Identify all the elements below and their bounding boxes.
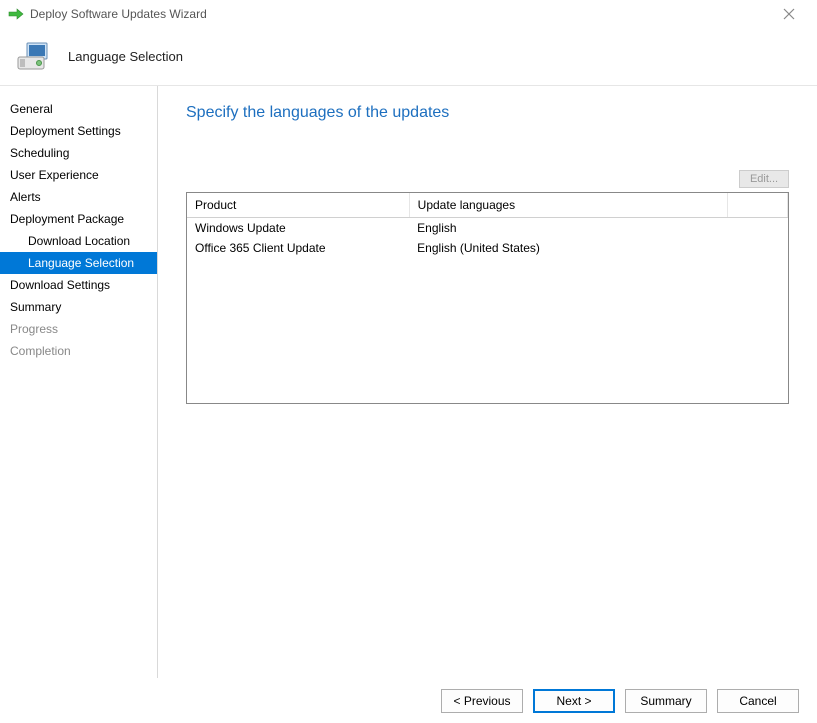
sidebar-item-user-experience[interactable]: User Experience (0, 164, 157, 186)
column-header-spacer (727, 193, 787, 218)
previous-button[interactable]: < Previous (441, 689, 523, 713)
cell-spacer (727, 238, 787, 258)
wizard-footer: < Previous Next > Summary Cancel (0, 678, 817, 723)
column-header-product[interactable]: Product (187, 193, 409, 218)
cell-product: Office 365 Client Update (187, 238, 409, 258)
languages-table: Product Update languages Windows UpdateE… (187, 193, 788, 258)
languages-table-container: Product Update languages Windows UpdateE… (186, 192, 789, 404)
page-heading: Specify the languages of the updates (186, 104, 789, 122)
app-icon (8, 6, 24, 22)
edit-button: Edit... (739, 170, 789, 188)
sidebar-item-deployment-settings[interactable]: Deployment Settings (0, 120, 157, 142)
close-button[interactable] (769, 2, 809, 26)
content-area: GeneralDeployment SettingsSchedulingUser… (0, 86, 817, 678)
cancel-button[interactable]: Cancel (717, 689, 799, 713)
wizard-sidebar: GeneralDeployment SettingsSchedulingUser… (0, 86, 158, 678)
sidebar-item-general[interactable]: General (0, 98, 157, 120)
sidebar-item-download-location[interactable]: Download Location (0, 230, 157, 252)
sidebar-item-deployment-package[interactable]: Deployment Package (0, 208, 157, 230)
sidebar-item-progress: Progress (0, 318, 157, 340)
table-row[interactable]: Windows UpdateEnglish (187, 218, 788, 239)
sidebar-item-scheduling[interactable]: Scheduling (0, 142, 157, 164)
window-title: Deploy Software Updates Wizard (30, 7, 769, 21)
titlebar: Deploy Software Updates Wizard (0, 0, 817, 28)
sidebar-item-download-settings[interactable]: Download Settings (0, 274, 157, 296)
main-panel: Specify the languages of the updates Edi… (158, 86, 817, 678)
cell-languages: English (409, 218, 727, 239)
step-title: Language Selection (68, 49, 183, 64)
column-header-languages[interactable]: Update languages (409, 193, 727, 218)
sidebar-item-summary[interactable]: Summary (0, 296, 157, 318)
next-button[interactable]: Next > (533, 689, 615, 713)
cell-product: Windows Update (187, 218, 409, 239)
table-header-row: Product Update languages (187, 193, 788, 218)
sidebar-item-language-selection[interactable]: Language Selection (0, 252, 157, 274)
edit-row: Edit... (186, 170, 789, 188)
cell-languages: English (United States) (409, 238, 727, 258)
sidebar-item-completion: Completion (0, 340, 157, 362)
wizard-header: Language Selection (0, 28, 817, 86)
computer-icon (14, 37, 54, 77)
cell-spacer (727, 218, 787, 239)
table-row[interactable]: Office 365 Client UpdateEnglish (United … (187, 238, 788, 258)
sidebar-item-alerts[interactable]: Alerts (0, 186, 157, 208)
summary-button[interactable]: Summary (625, 689, 707, 713)
